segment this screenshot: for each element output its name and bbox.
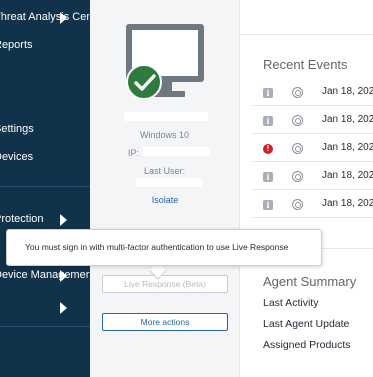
sidebar-item-reports[interactable]: Reports bbox=[0, 36, 90, 54]
sidebar-divider bbox=[0, 326, 90, 327]
chevron-right-icon bbox=[60, 270, 67, 282]
sidebar-item-label: Reports bbox=[0, 39, 33, 51]
last-agent-update-label: Last Agent Update bbox=[263, 318, 350, 330]
event-row[interactable]: i Jan 18, 2020 bbox=[253, 163, 373, 190]
agent-summary-title: Agent Summary bbox=[263, 274, 357, 289]
header-divider bbox=[240, 34, 373, 35]
sidebar-item-label: Threat Analysis Center bbox=[0, 11, 90, 23]
event-date: Jan 18, 2020 bbox=[322, 114, 373, 125]
error-icon: ! bbox=[263, 144, 273, 154]
ip-label: IP: bbox=[128, 148, 140, 158]
more-actions-button[interactable]: More actions bbox=[102, 313, 228, 331]
sidebar: Threat Analysis Center Reports Settings … bbox=[0, 0, 90, 377]
sidebar-item-label: Device Management bbox=[0, 269, 90, 281]
chevron-right-icon bbox=[60, 12, 67, 24]
sidebar-item-settings[interactable]: Settings bbox=[0, 120, 90, 138]
sidebar-item-device-management[interactable]: Device Management bbox=[0, 266, 90, 284]
redacted-user bbox=[136, 178, 202, 187]
event-date: Jan 18, 2020 bbox=[322, 142, 373, 153]
tooltip-text: You must sign in with multi-factor authe… bbox=[25, 242, 289, 252]
event-row[interactable]: i Jan 18, 2020 bbox=[253, 79, 373, 106]
sidebar-item-label: Settings bbox=[0, 123, 34, 135]
sidebar-item-more[interactable] bbox=[0, 298, 90, 316]
assigned-products-label: Assigned Products bbox=[263, 339, 351, 351]
gear-icon bbox=[292, 171, 303, 182]
info-icon: i bbox=[263, 88, 273, 98]
recent-events-title: Recent Events bbox=[263, 57, 348, 72]
gear-icon bbox=[292, 87, 303, 98]
sidebar-item-label: Protection bbox=[0, 213, 44, 225]
info-icon: i bbox=[263, 200, 273, 210]
event-row[interactable]: ! Jan 18, 2020 bbox=[253, 135, 373, 162]
info-icon: i bbox=[263, 116, 273, 126]
mfa-tooltip: You must sign in with multi-factor authe… bbox=[6, 229, 322, 266]
gear-icon bbox=[292, 199, 303, 210]
sidebar-divider bbox=[0, 186, 90, 187]
event-row[interactable]: i Jan 18, 2020 bbox=[253, 107, 373, 134]
event-row[interactable]: i Jan 18, 2020 bbox=[253, 191, 373, 218]
info-icon: i bbox=[263, 172, 273, 182]
sidebar-item-label: Devices bbox=[0, 151, 34, 163]
event-date: Jan 18, 2020 bbox=[322, 198, 373, 209]
os-name: Windows 10 bbox=[140, 130, 190, 140]
redacted-hostname bbox=[124, 112, 208, 121]
last-user-label: Last User: bbox=[144, 166, 186, 176]
event-date: Jan 18, 2020 bbox=[322, 86, 373, 97]
device-panel: Windows 10 IP: Last User: Isolate Live R… bbox=[90, 0, 240, 377]
main-content: Recent Events i Jan 18, 2020 i Jan 18, 2… bbox=[240, 0, 373, 377]
gear-icon bbox=[292, 115, 303, 126]
sidebar-item-protection[interactable]: Protection bbox=[0, 210, 90, 228]
chevron-right-icon bbox=[60, 302, 67, 314]
isolate-link[interactable]: Isolate bbox=[90, 195, 240, 205]
gear-icon bbox=[292, 143, 303, 154]
event-date: Jan 18, 2020 bbox=[322, 170, 373, 181]
chevron-right-icon bbox=[60, 214, 67, 226]
sidebar-item-threat-analysis-center[interactable]: Threat Analysis Center bbox=[0, 8, 90, 26]
redacted-ip bbox=[142, 147, 210, 156]
healthy-check-icon bbox=[126, 64, 162, 100]
sidebar-item-devices[interactable]: Devices bbox=[0, 148, 90, 166]
last-activity-label: Last Activity bbox=[263, 297, 319, 309]
live-response-button[interactable]: Live Response (Beta) bbox=[102, 275, 228, 293]
